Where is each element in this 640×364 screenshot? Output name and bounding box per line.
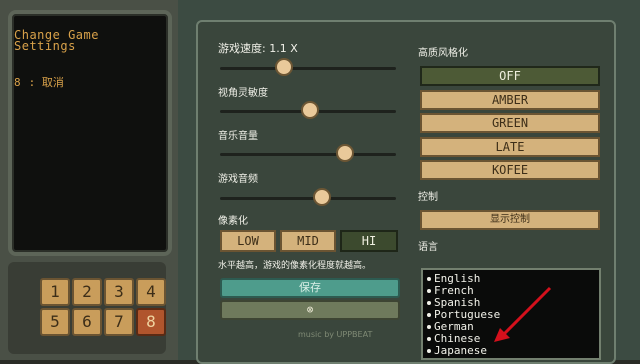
pointer-arrow-icon (494, 286, 552, 342)
key-hint-label: : 取消 (28, 76, 64, 89)
panel-title: Change Game Settings (14, 28, 99, 53)
bullet-icon (427, 277, 431, 281)
pixelation-low-button[interactable]: LOW (220, 230, 276, 252)
key-3[interactable]: 3 (104, 278, 134, 306)
music-volume-label: 音乐音量 (218, 131, 258, 142)
key-2[interactable]: 2 (72, 278, 102, 306)
theme-off-button[interactable]: OFF (420, 66, 600, 86)
key-8[interactable]: 8 (136, 308, 166, 336)
language-option-label: Japanese (434, 344, 487, 357)
save-button[interactable]: 保存 (220, 278, 400, 298)
bullet-icon (427, 301, 431, 305)
theme-late-button[interactable]: LATE (420, 137, 600, 157)
theme-label: 高质风格化 (418, 48, 468, 59)
pixelation-mid-button[interactable]: MID (280, 230, 336, 252)
bullet-icon (427, 349, 431, 353)
view-sensitivity-label: 视角灵敏度 (218, 88, 268, 99)
key-4[interactable]: 4 (136, 278, 166, 306)
bullet-icon (427, 313, 431, 317)
bullet-icon (427, 337, 431, 341)
game-speed-label: 游戏速度: 1.1 X (218, 42, 298, 55)
key-hint: 8 : 取消 (14, 74, 64, 90)
theme-kofee-button[interactable]: KOFEE (420, 160, 600, 180)
cancel-icon[interactable]: ⊗ (220, 300, 400, 320)
language-option-japanese[interactable]: Japanese (427, 345, 487, 357)
theme-amber-button[interactable]: AMBER (420, 90, 600, 110)
music-credit: music by UPPBEAT (298, 330, 373, 339)
key-hint-number: 8 (14, 76, 21, 89)
theme-green-button[interactable]: GREEN (420, 113, 600, 133)
key-7[interactable]: 7 (104, 308, 134, 336)
pixelation-label: 像素化 (218, 216, 248, 227)
sound-volume-track[interactable] (220, 197, 396, 200)
pixelation-note: 水平越高，游戏的像素化程度就越高。 (218, 261, 372, 271)
game-speed-slider[interactable] (274, 58, 293, 76)
game-speed-track[interactable] (220, 67, 396, 70)
key-5[interactable]: 5 (40, 308, 70, 336)
sound-volume-label: 游戏音频 (218, 174, 258, 185)
key-1[interactable]: 1 (40, 278, 70, 306)
bullet-icon (427, 289, 431, 293)
view-sensitivity-slider[interactable] (301, 101, 319, 119)
key-6[interactable]: 6 (72, 308, 102, 336)
language-label: 语言 (418, 242, 438, 253)
controls-label: 控制 (418, 192, 438, 203)
show-controls-button[interactable]: 显示控制 (420, 210, 600, 230)
pixelation-hi-button[interactable]: HI (340, 230, 398, 252)
music-volume-track[interactable] (220, 153, 396, 156)
bullet-icon (427, 325, 431, 329)
